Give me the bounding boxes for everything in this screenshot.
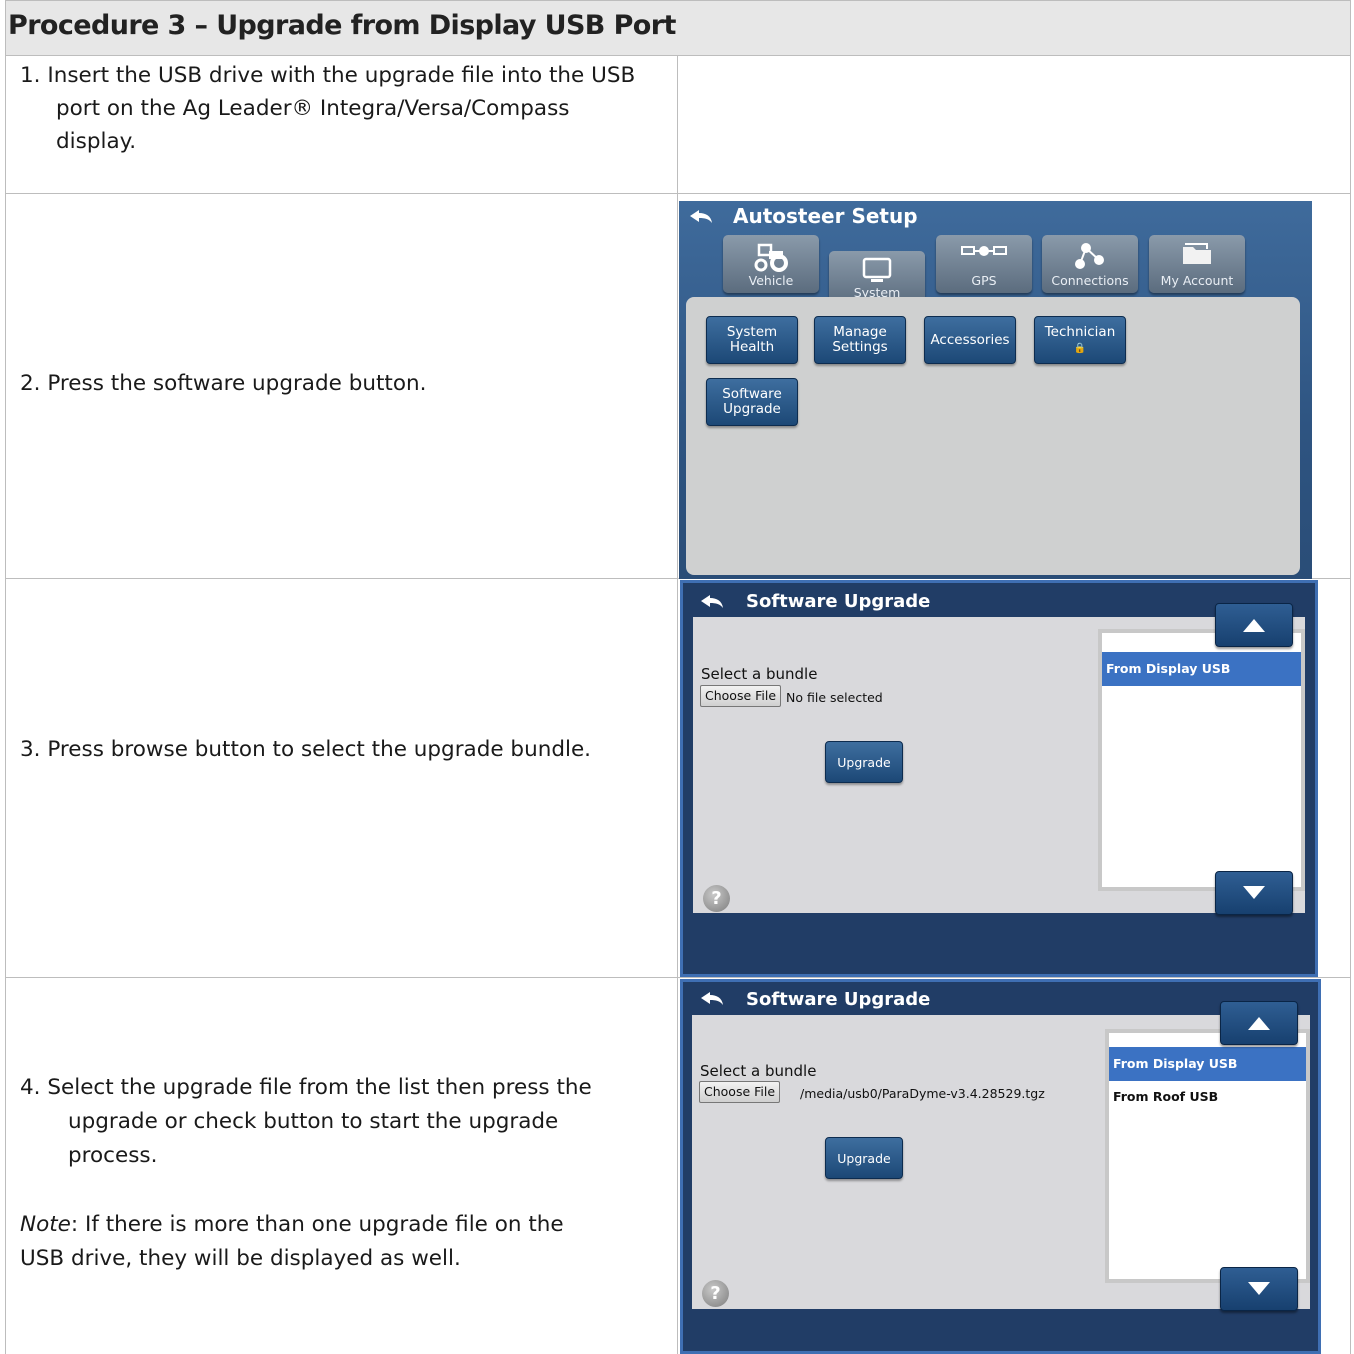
software-upgrade-screenshot-2: Software Upgrade Select a bundle Choose …: [680, 979, 1321, 1354]
manage-settings-button[interactable]: Manage Settings: [814, 316, 906, 364]
step-3-text: 3. Press browse button to select the upg…: [20, 737, 592, 762]
screen-title: Software Upgrade: [746, 989, 931, 1010]
back-arrow-icon[interactable]: [698, 592, 728, 612]
button-line: Upgrade: [723, 401, 781, 417]
tab-label: My Account: [1160, 273, 1234, 288]
tab-my-account[interactable]: My Account: [1149, 235, 1245, 293]
list-item[interactable]: From Roof USB: [1109, 1089, 1306, 1104]
list-item-selected[interactable]: From Display USB: [1102, 652, 1301, 686]
button-line: Settings: [832, 339, 888, 355]
software-upgrade-button[interactable]: Software Upgrade: [706, 378, 798, 426]
upgrade-panel: Select a bundle Choose File /media/usb0/…: [692, 1015, 1310, 1309]
row-divider: [6, 977, 1350, 978]
step-4-text: 4. Select the upgrade file from the list…: [20, 1071, 592, 1173]
scroll-up-button[interactable]: [1220, 1001, 1298, 1045]
scroll-down-button[interactable]: [1215, 871, 1293, 915]
arrow-down-icon: [1243, 886, 1265, 899]
procedure-header: Procedure 3 – Upgrade from Display USB P…: [6, 0, 1350, 56]
step-1-line: 1. Insert the USB drive with the upgrade…: [20, 63, 636, 88]
scroll-up-button[interactable]: [1215, 603, 1293, 647]
scroll-down-button[interactable]: [1220, 1267, 1298, 1311]
column-divider: [677, 56, 678, 1354]
upgrade-panel: Select a bundle Choose File No file sele…: [693, 617, 1305, 913]
step-4-line: upgrade or check button to start the upg…: [68, 1109, 559, 1134]
tab-connections[interactable]: Connections: [1042, 235, 1138, 293]
step-1-line: display.: [56, 129, 137, 154]
lock-icon: 🔒: [1073, 342, 1087, 354]
tab-label: GPS: [971, 273, 997, 288]
list-item-selected[interactable]: From Display USB: [1109, 1047, 1306, 1081]
help-icon[interactable]: ?: [702, 1280, 729, 1307]
satellite-icon: [961, 246, 1007, 256]
screen-title: Autosteer Setup: [733, 204, 918, 228]
technician-button[interactable]: Technician 🔒: [1034, 316, 1126, 364]
button-line: System: [726, 324, 778, 340]
tab-label: Connections: [1051, 273, 1129, 288]
back-arrow-icon[interactable]: [698, 989, 728, 1009]
button-line: Software: [722, 386, 782, 402]
file-status: No file selected: [786, 690, 883, 705]
arrow-up-icon: [1243, 619, 1265, 632]
row-divider: [6, 193, 1350, 194]
folder-icon: [1183, 243, 1211, 264]
step-4-note: Note: If there is more than one upgrade …: [20, 1208, 564, 1276]
choose-file-button[interactable]: Choose File: [700, 685, 782, 707]
step-1-text: 1. Insert the USB drive with the upgrade…: [20, 59, 635, 158]
upgrade-button[interactable]: Upgrade: [825, 1137, 903, 1179]
settings-panel: System Health Manage Settings Accessories …: [686, 297, 1300, 575]
arrow-down-icon: [1248, 1282, 1270, 1295]
button-line: Manage: [833, 324, 887, 340]
choose-file-button[interactable]: Choose File: [699, 1081, 781, 1103]
note-label: Note: [20, 1212, 71, 1237]
procedure-title: Procedure 3 – Upgrade from Display USB P…: [8, 10, 676, 41]
connections-icon: [1075, 243, 1104, 269]
button-line: Accessories: [930, 331, 1010, 348]
step-2-text: 2. Press the software upgrade button.: [20, 371, 427, 396]
autosteer-setup-screenshot: Autosteer Setup Vehicle System GPS Conne…: [679, 201, 1312, 579]
button-line: Health: [729, 339, 775, 355]
accessories-button[interactable]: Accessories: [924, 316, 1016, 364]
tractor-icon: [754, 243, 788, 272]
tab-vehicle[interactable]: Vehicle: [723, 235, 819, 293]
system-health-button[interactable]: System Health: [706, 316, 798, 364]
bundle-list: From Display USB From Roof USB: [1105, 1029, 1310, 1283]
select-bundle-label: Select a bundle: [701, 665, 818, 683]
step-4-line: 4. Select the upgrade file from the list…: [20, 1075, 592, 1100]
back-arrow-icon[interactable]: [687, 207, 717, 227]
monitor-icon: [862, 257, 892, 282]
upgrade-button[interactable]: Upgrade: [825, 741, 903, 783]
tab-label: Vehicle: [748, 273, 794, 288]
tab-gps[interactable]: GPS: [936, 235, 1032, 293]
note-line: : If there is more than one upgrade file…: [70, 1212, 564, 1237]
arrow-up-icon: [1248, 1017, 1270, 1030]
software-upgrade-screenshot-1: Software Upgrade Select a bundle Choose …: [680, 580, 1318, 977]
button-line: Technician: [1044, 323, 1116, 340]
step-1-line: port on the Ag Leader® Integra/Versa/Com…: [56, 96, 570, 121]
note-line: USB drive, they will be displayed as wel…: [20, 1246, 461, 1271]
file-path: /media/usb0/ParaDyme-v3.4.28529.tgz: [800, 1086, 1045, 1101]
step-4-line: process.: [68, 1143, 158, 1168]
select-bundle-label: Select a bundle: [700, 1062, 817, 1080]
screen-title: Software Upgrade: [746, 591, 931, 612]
help-icon[interactable]: ?: [703, 885, 730, 912]
bundle-list: From Display USB: [1098, 629, 1305, 891]
